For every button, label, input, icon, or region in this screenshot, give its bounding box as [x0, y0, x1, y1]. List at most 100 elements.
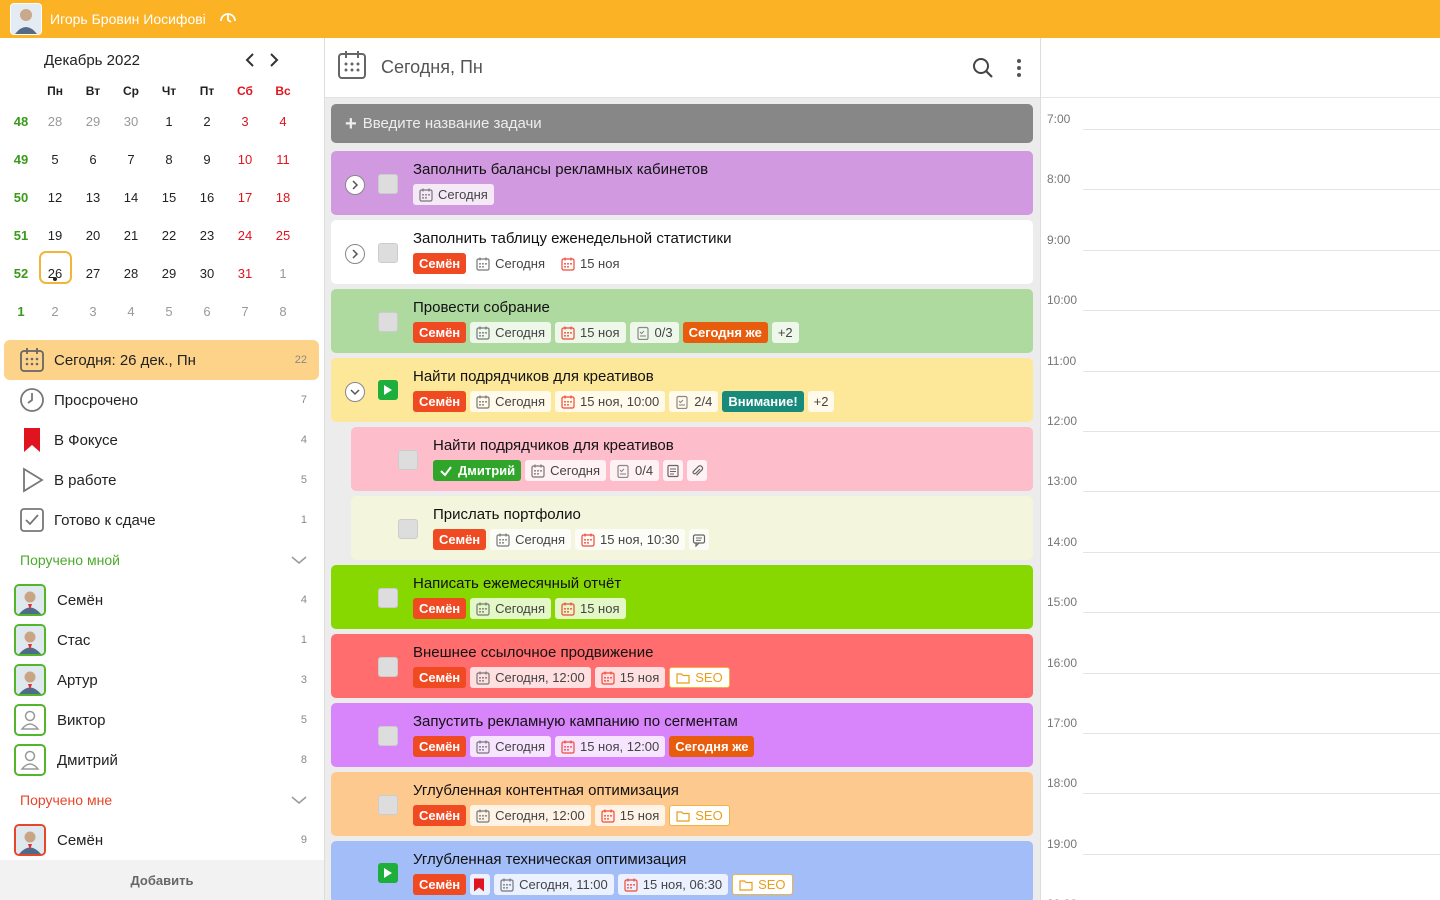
task-checkbox[interactable] [378, 657, 398, 677]
calendar-day-today[interactable]: 26 [36, 250, 74, 284]
project-badge[interactable]: SEO [732, 874, 793, 895]
person-item[interactable]: Семён 9 [4, 820, 319, 860]
deadline-badge[interactable]: 15 ноя [554, 598, 626, 619]
label-badge[interactable]: Сегодня же [669, 736, 755, 757]
task-card[interactable]: Внешнее ссылочное продвижение Семён Сегодн… [331, 634, 1033, 698]
task-card[interactable]: Углубленная техническая оптимизация Семён… [331, 841, 1033, 900]
calendar-day[interactable]: 2 [36, 304, 74, 319]
hour-slot[interactable] [1083, 733, 1440, 734]
user-avatar[interactable] [10, 3, 42, 35]
task-card[interactable]: Написать ежемесячный отчёт Семён Сегодня 15… [331, 565, 1033, 629]
task-checkbox[interactable] [378, 243, 398, 263]
task-checkbox[interactable] [398, 450, 418, 470]
calendar-day[interactable]: 6 [74, 152, 112, 167]
calendar-day[interactable]: 13 [74, 190, 112, 205]
assignee-badge[interactable]: Семён [413, 391, 467, 412]
week-number[interactable]: 1 [6, 304, 36, 319]
calendar-day[interactable]: 9 [188, 152, 226, 167]
hour-slot[interactable] [1083, 672, 1440, 674]
deadline-badge[interactable]: 15 ноя, 10:30 [574, 529, 686, 550]
expand-subtasks-button[interactable] [345, 175, 365, 195]
calendar-day[interactable]: 29 [150, 266, 188, 281]
person-item[interactable]: Семён 4 [4, 580, 319, 620]
task-checkbox[interactable] [378, 312, 398, 332]
hour-slot[interactable] [1083, 491, 1440, 493]
calendar-day[interactable]: 23 [188, 228, 226, 243]
calendar-day[interactable]: 25 [264, 228, 302, 243]
deadline-badge[interactable]: 15 ноя, 10:00 [554, 391, 666, 412]
assignee-badge[interactable]: Семён [413, 736, 467, 757]
person-item[interactable]: Стас 1 [4, 620, 319, 660]
calendar-day[interactable]: 30 [188, 266, 226, 281]
deadline-badge[interactable]: 15 ноя, 06:30 [617, 874, 729, 895]
assignee-badge[interactable]: Семён [413, 805, 467, 826]
calendar-day[interactable]: 8 [150, 152, 188, 167]
task-checkbox[interactable] [378, 726, 398, 746]
task-card[interactable]: Найти подрядчиков для креативов Дмитрий Се… [351, 427, 1033, 491]
hour-slot[interactable] [1083, 551, 1440, 553]
assignee-badge[interactable]: Семён [413, 253, 467, 274]
task-card[interactable]: Прислать портфолио Семён Сегодня 15 ноя, 10… [351, 496, 1033, 560]
nav-item-focus[interactable]: В Фокусе 4 [4, 420, 319, 460]
calendar-day[interactable]: 5 [36, 152, 74, 167]
calendar-day[interactable]: 1 [264, 266, 302, 281]
calendar-day[interactable]: 4 [264, 114, 302, 129]
assignee-badge[interactable]: Семён [413, 667, 467, 688]
label-badge[interactable]: Внимание! [722, 391, 804, 412]
week-number[interactable]: 49 [6, 152, 36, 167]
calendar-day[interactable]: 7 [112, 152, 150, 167]
calendar-day[interactable]: 22 [150, 228, 188, 243]
start-date-badge[interactable]: Сегодня [413, 184, 494, 205]
project-badge[interactable]: SEO [669, 667, 730, 688]
calendar-day[interactable]: 27 [74, 266, 112, 281]
search-button[interactable] [967, 52, 999, 84]
start-date-badge[interactable]: Сегодня, 12:00 [470, 667, 591, 688]
start-date-badge[interactable]: Сегодня [470, 322, 551, 343]
assignee-badge[interactable]: Семён [433, 529, 487, 550]
task-card[interactable]: Углубленная контентная оптимизация Семён С… [331, 772, 1033, 836]
task-card[interactable]: Заполнить балансы рекламных кабинетов Сег… [331, 151, 1033, 215]
calendar-day[interactable]: 18 [264, 190, 302, 205]
next-month-button[interactable] [264, 50, 284, 70]
assignee-badge[interactable]: Дмитрий [433, 460, 522, 481]
checklist-badge[interactable]: 0/3 [629, 322, 679, 343]
calendar-day[interactable]: 21 [112, 228, 150, 243]
checklist-badge[interactable]: 2/4 [669, 391, 719, 412]
calendar-day[interactable]: 20 [74, 228, 112, 243]
person-item[interactable]: Артур 3 [4, 660, 319, 700]
start-date-badge[interactable]: Сегодня [470, 391, 551, 412]
calendar-day[interactable]: 28 [112, 266, 150, 281]
calendar-day[interactable]: 14 [112, 190, 150, 205]
calendar-day[interactable]: 4 [112, 304, 150, 319]
hour-slot[interactable] [1083, 370, 1440, 372]
deadline-badge[interactable]: 15 ноя [594, 667, 666, 688]
person-item[interactable]: Виктор 5 [4, 700, 319, 740]
task-checkbox[interactable] [378, 174, 398, 194]
task-card[interactable]: Заполнить таблицу еженедельной статистик… [331, 220, 1033, 284]
task-checkbox[interactable] [378, 795, 398, 815]
calendar-day[interactable]: 19 [36, 228, 74, 243]
week-number[interactable]: 50 [6, 190, 36, 205]
calendar-day[interactable]: 3 [74, 304, 112, 319]
assignee-badge[interactable]: Семён [413, 874, 467, 895]
new-task-input[interactable]: + Введите название задачи [331, 104, 1033, 143]
start-date-badge[interactable]: Сегодня, 12:00 [470, 805, 591, 826]
calendar-day[interactable]: 28 [36, 114, 74, 129]
start-date-badge[interactable]: Сегодня [525, 460, 606, 481]
user-name[interactable]: Игорь Бровин Иосифові [50, 11, 206, 27]
calendar-day[interactable]: 11 [264, 152, 302, 167]
week-number[interactable]: 51 [6, 228, 36, 243]
calendar-day[interactable]: 2 [188, 114, 226, 129]
calendar-day[interactable]: 12 [36, 190, 74, 205]
start-date-badge[interactable]: Сегодня [490, 529, 571, 550]
calendar-day[interactable]: 8 [264, 304, 302, 319]
label-badge[interactable]: Сегодня же [682, 322, 768, 343]
hour-slot[interactable] [1083, 612, 1440, 614]
task-card[interactable]: Провести собрание Семён Сегодня 15 ноя 0/3 Се… [331, 289, 1033, 353]
hour-slot[interactable] [1083, 129, 1440, 130]
checklist-badge[interactable]: 0/4 [610, 460, 660, 481]
hour-slot[interactable] [1083, 310, 1440, 312]
week-number[interactable]: 48 [6, 114, 36, 129]
calendar-day[interactable]: 7 [226, 304, 264, 319]
start-date-badge[interactable]: Сегодня, 11:00 [494, 874, 614, 895]
